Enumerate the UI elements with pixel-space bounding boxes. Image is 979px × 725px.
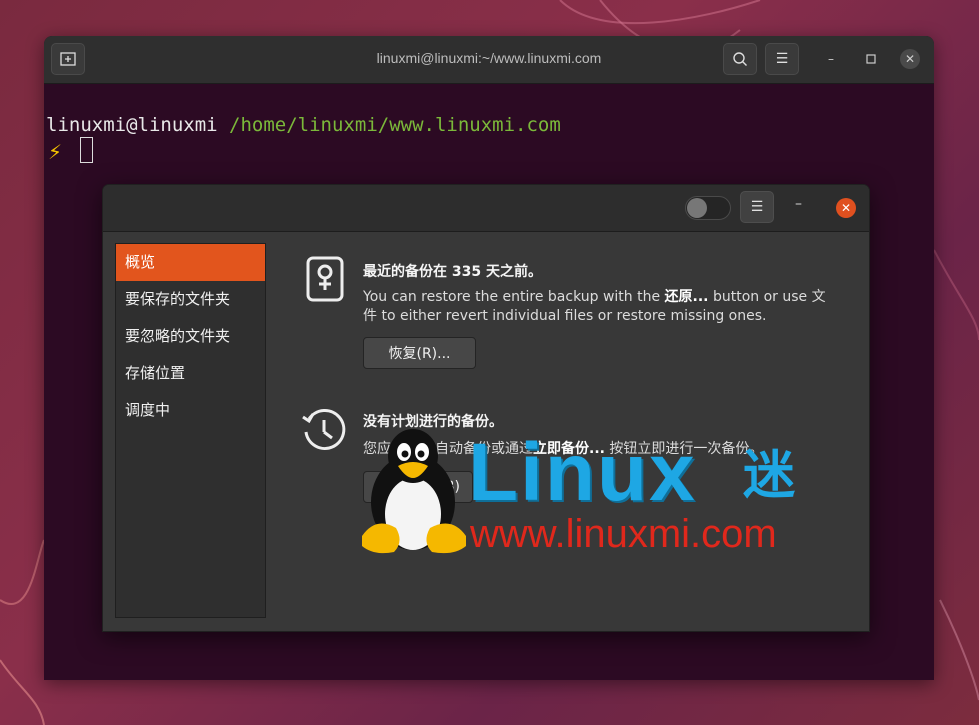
restore-safe-icon — [306, 256, 344, 302]
watermark-brand-cn: 迷 — [743, 446, 796, 506]
maximize-icon[interactable] — [861, 49, 881, 69]
watermark-brand: Linux — [468, 427, 697, 518]
dialog-minimize-icon[interactable]: – — [795, 196, 802, 212]
sidebar-item-storage-location[interactable]: 存储位置 — [116, 355, 265, 392]
restore-text-bold: 还原... — [664, 289, 709, 305]
shell-prompt: linuxmi@linuxmi /home/linuxmi/www.linuxm… — [46, 114, 561, 136]
minimize-icon[interactable]: – — [821, 49, 841, 69]
sidebar-item-overview[interactable]: 概览 — [116, 244, 265, 281]
close-icon[interactable]: ✕ — [900, 49, 920, 69]
restore-description: You can restore the entire backup with t… — [363, 288, 833, 326]
dialog-menu-icon[interactable]: ☰ — [740, 191, 774, 223]
restore-heading: 最近的备份在 335 天之前。 — [363, 264, 542, 280]
prompt-symbol: ⚡ — [48, 140, 63, 164]
toggle-knob — [687, 198, 707, 218]
backup-toggle-switch[interactable] — [685, 196, 731, 220]
tux-penguin-logo — [362, 429, 466, 554]
sidebar-item-folders-to-ignore[interactable]: 要忽略的文件夹 — [116, 318, 265, 355]
watermark-url: www.linuxmi.com — [470, 512, 777, 556]
search-icon[interactable] — [723, 43, 757, 75]
linuxmi-watermark: Linux 迷 www.linuxmi.com — [358, 424, 818, 559]
restore-text-part1: You can restore the entire backup with t… — [363, 289, 665, 305]
terminal-titlebar: linuxmi@linuxmi:~/www.linuxmi.com ☰ – ✕ — [44, 36, 934, 84]
backup-dialog: ☰ – ✕ 概览 要保存的文件夹 要忽略的文件夹 存储位置 调度中 最近的备份在… — [102, 184, 870, 632]
prompt-path: /home/linuxmi/www.linuxmi.com — [229, 114, 561, 136]
sidebar: 概览 要保存的文件夹 要忽略的文件夹 存储位置 调度中 — [115, 243, 266, 618]
text-cursor[interactable] — [80, 137, 93, 163]
hamburger-menu-icon[interactable]: ☰ — [765, 43, 799, 75]
sidebar-item-folders-to-save[interactable]: 要保存的文件夹 — [116, 281, 265, 318]
restore-button[interactable]: 恢复(R)... — [363, 337, 476, 369]
sidebar-item-scheduling[interactable]: 调度中 — [116, 392, 265, 429]
dialog-titlebar: ☰ – ✕ — [103, 185, 869, 232]
terminal-title: linuxmi@linuxmi:~/www.linuxmi.com — [376, 50, 602, 66]
dialog-close-icon[interactable]: ✕ — [836, 198, 856, 218]
prompt-user: linuxmi@linuxmi — [46, 114, 218, 136]
history-clock-icon — [302, 409, 346, 450]
